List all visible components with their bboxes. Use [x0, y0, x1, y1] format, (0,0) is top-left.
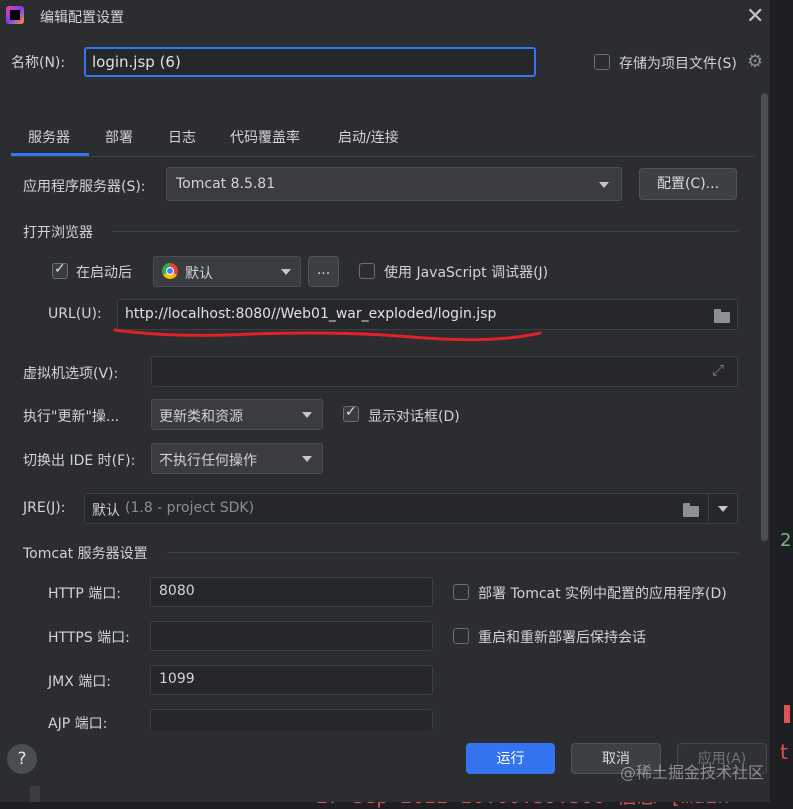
- jre-hint: (1.8 - project SDK): [125, 500, 255, 516]
- browser-select[interactable]: 默认: [153, 256, 301, 287]
- background-edge-char: t: [780, 740, 788, 764]
- name-input[interactable]: [84, 47, 536, 77]
- chevron-down-icon[interactable]: [718, 506, 728, 512]
- browser-value: 默认: [185, 266, 213, 282]
- js-debugger-label: 使用 JavaScript 调试器(J): [384, 265, 549, 281]
- red-underline-annotation: [113, 328, 542, 342]
- left-edge-strip: [30, 786, 40, 802]
- name-label: 名称(N):: [11, 55, 66, 71]
- browser-more-button[interactable]: ...: [308, 256, 339, 287]
- help-icon[interactable]: ?: [7, 744, 37, 774]
- update-action-select[interactable]: 更新类和资源: [151, 399, 323, 430]
- jmx-port-label: JMX 端口:: [48, 674, 111, 690]
- watermark: @稀土掘金技术社区: [620, 763, 765, 782]
- http-port-value: 8080: [159, 583, 195, 599]
- close-icon[interactable]: ✕: [746, 4, 764, 29]
- after-launch-checkbox[interactable]: ✓: [52, 261, 68, 279]
- chevron-down-icon: [302, 412, 312, 418]
- url-value: http://localhost:8080//Web01_war_explode…: [125, 306, 497, 322]
- jre-select[interactable]: 默认 (1.8 - project SDK): [84, 493, 738, 524]
- jmx-port-value: 1099: [159, 671, 195, 687]
- update-action-value: 更新类和资源: [159, 409, 243, 425]
- edit-configuration-dialog: 编辑配置设置 ✕ 名称(N): 存储为项目文件(S) ⚙ 服务器 部署 日志 代…: [0, 0, 770, 802]
- js-debugger-checkbox[interactable]: [359, 263, 375, 279]
- background-edge-char: 2: [780, 530, 792, 551]
- chevron-down-icon: [302, 456, 312, 462]
- preserve-sessions-checkbox[interactable]: [453, 628, 469, 644]
- jre-value: 默认: [92, 503, 120, 519]
- update-action-label: 执行"更新"操...: [23, 409, 120, 425]
- app-server-value: Tomcat 8.5.81: [176, 176, 276, 192]
- frame-deactivation-value: 不执行任何操作: [159, 453, 257, 469]
- tomcat-settings-section-label: Tomcat 服务器设置: [23, 546, 148, 562]
- scrollbar-thumb[interactable]: [761, 93, 768, 541]
- store-as-project-file-label: 存储为项目文件(S): [619, 56, 737, 72]
- tomcat-settings-separator: [167, 552, 738, 553]
- vm-options-label: 虚拟机选项(V):: [23, 366, 119, 382]
- expand-icon[interactable]: ⤢: [712, 361, 724, 379]
- jre-label: JRE(J):: [23, 500, 66, 516]
- http-port-input[interactable]: 8080: [150, 577, 433, 607]
- store-as-project-file-checkbox[interactable]: [594, 54, 610, 70]
- http-port-label: HTTP 端口:: [48, 586, 121, 602]
- vm-options-input[interactable]: ⤢: [151, 356, 738, 387]
- chrome-icon: [162, 263, 178, 279]
- jre-separator: [708, 494, 709, 523]
- chevron-down-icon: [281, 269, 291, 275]
- tab-deployment[interactable]: 部署: [105, 127, 133, 147]
- app-logo-icon: [6, 6, 24, 24]
- https-port-input[interactable]: [150, 621, 433, 651]
- gear-icon[interactable]: ⚙: [747, 51, 763, 72]
- app-server-label: 应用程序服务器(S):: [23, 179, 146, 195]
- open-browser-separator: [112, 231, 738, 232]
- tab-code-coverage[interactable]: 代码覆盖率: [230, 127, 300, 147]
- tab-server[interactable]: 服务器: [28, 127, 70, 147]
- folder-icon[interactable]: [714, 309, 730, 323]
- app-server-select[interactable]: Tomcat 8.5.81: [166, 167, 622, 201]
- ajp-port-label: AJP 端口:: [48, 716, 108, 732]
- deploy-configured-apps-label: 部署 Tomcat 实例中配置的应用程序(D): [478, 586, 727, 602]
- preserve-sessions-label: 重启和重新部署后保持会话: [478, 630, 646, 646]
- checkmark-icon: ✓: [54, 261, 66, 277]
- tab-startup-connection[interactable]: 启动/连接: [338, 127, 399, 147]
- after-launch-label: 在启动后: [76, 265, 132, 281]
- configure-button[interactable]: 配置(C)...: [639, 168, 737, 200]
- frame-deactivation-label: 切换出 IDE 时(F):: [23, 453, 136, 469]
- open-browser-section-label: 打开浏览器: [23, 225, 93, 241]
- chevron-down-icon: [599, 182, 609, 188]
- jmx-port-input[interactable]: 1099: [150, 665, 433, 695]
- run-button[interactable]: 运行: [466, 743, 555, 774]
- show-dialog-checkbox[interactable]: ✓: [343, 404, 359, 422]
- checkmark-icon: ✓: [345, 404, 357, 420]
- show-dialog-label: 显示对话框(D): [368, 409, 460, 425]
- background-ide: 2 t: [770, 0, 793, 802]
- folder-icon[interactable]: [683, 503, 699, 517]
- tab-logs[interactable]: 日志: [168, 127, 196, 147]
- window-title: 编辑配置设置: [40, 10, 124, 26]
- frame-deactivation-select[interactable]: 不执行任何操作: [151, 443, 323, 474]
- url-label: URL(U):: [48, 306, 102, 322]
- background-red-mark: [784, 705, 790, 723]
- https-port-label: HTTPS 端口:: [48, 630, 130, 646]
- deploy-configured-apps-checkbox[interactable]: [453, 584, 469, 600]
- ajp-port-input[interactable]: [150, 709, 433, 731]
